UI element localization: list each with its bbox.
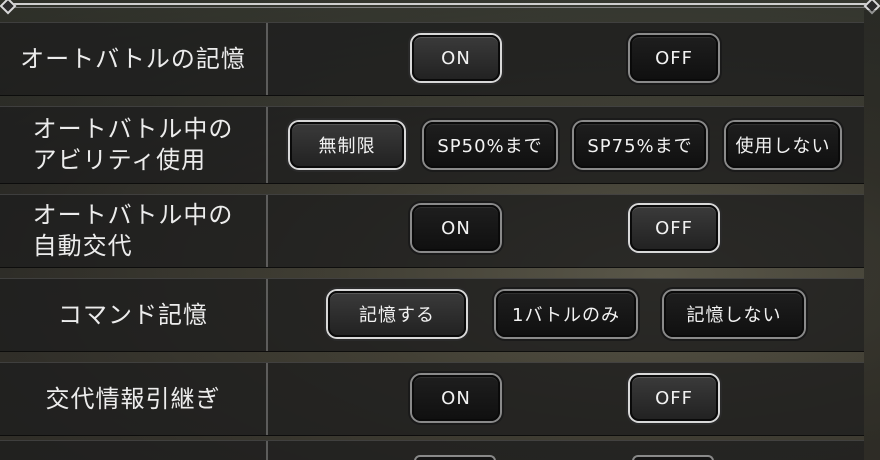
option-button-remember[interactable]: 記憶する <box>328 291 466 337</box>
setting-row-partial <box>0 440 864 460</box>
option-button-sp50[interactable]: SP50%まで <box>424 122 556 168</box>
option-button-partial[interactable] <box>414 455 496 460</box>
settings-screen: オートバトルの記憶 ON OFF オートバトル中の アビリティ使用 無制限 SP… <box>0 0 880 460</box>
setting-label: オートバトル中の 自動交代 <box>32 201 234 260</box>
setting-row-command-memory: コマンド記憶 記憶する 1バトルのみ 記憶しない <box>0 278 864 352</box>
option-button-one-battle[interactable]: 1バトルのみ <box>496 291 636 337</box>
setting-label: オートバトル中の アビリティ使用 <box>32 115 234 174</box>
setting-label: オートバトルの記憶 <box>20 44 246 73</box>
scroll-edge <box>864 10 880 460</box>
option-button-off[interactable]: OFF <box>630 375 718 421</box>
setting-row-auto-swap: オートバトル中の 自動交代 ON OFF <box>0 194 864 268</box>
setting-label: コマンド記憶 <box>58 300 208 329</box>
option-button-on[interactable]: ON <box>412 205 500 251</box>
setting-label: 交代情報引継ぎ <box>45 384 221 413</box>
option-button-no-use[interactable]: 使用しない <box>726 122 840 168</box>
setting-row-swap-info-carryover: 交代情報引継ぎ ON OFF <box>0 362 864 436</box>
setting-row-auto-battle-memory: オートバトルの記憶 ON OFF <box>0 22 864 96</box>
setting-row-ability-use: オートバトル中の アビリティ使用 無制限 SP50%まで SP75%まで 使用し… <box>0 106 864 184</box>
option-button-on[interactable]: ON <box>412 375 500 421</box>
option-button-no-memory[interactable]: 記憶しない <box>664 291 804 337</box>
option-button-partial[interactable] <box>632 455 714 460</box>
option-button-off[interactable]: OFF <box>630 35 718 81</box>
top-frame-border <box>0 0 880 15</box>
option-button-sp75[interactable]: SP75%まで <box>574 122 706 168</box>
option-button-on[interactable]: ON <box>412 35 500 81</box>
option-button-off[interactable]: OFF <box>630 205 718 251</box>
option-button-unlimited[interactable]: 無制限 <box>290 122 404 168</box>
